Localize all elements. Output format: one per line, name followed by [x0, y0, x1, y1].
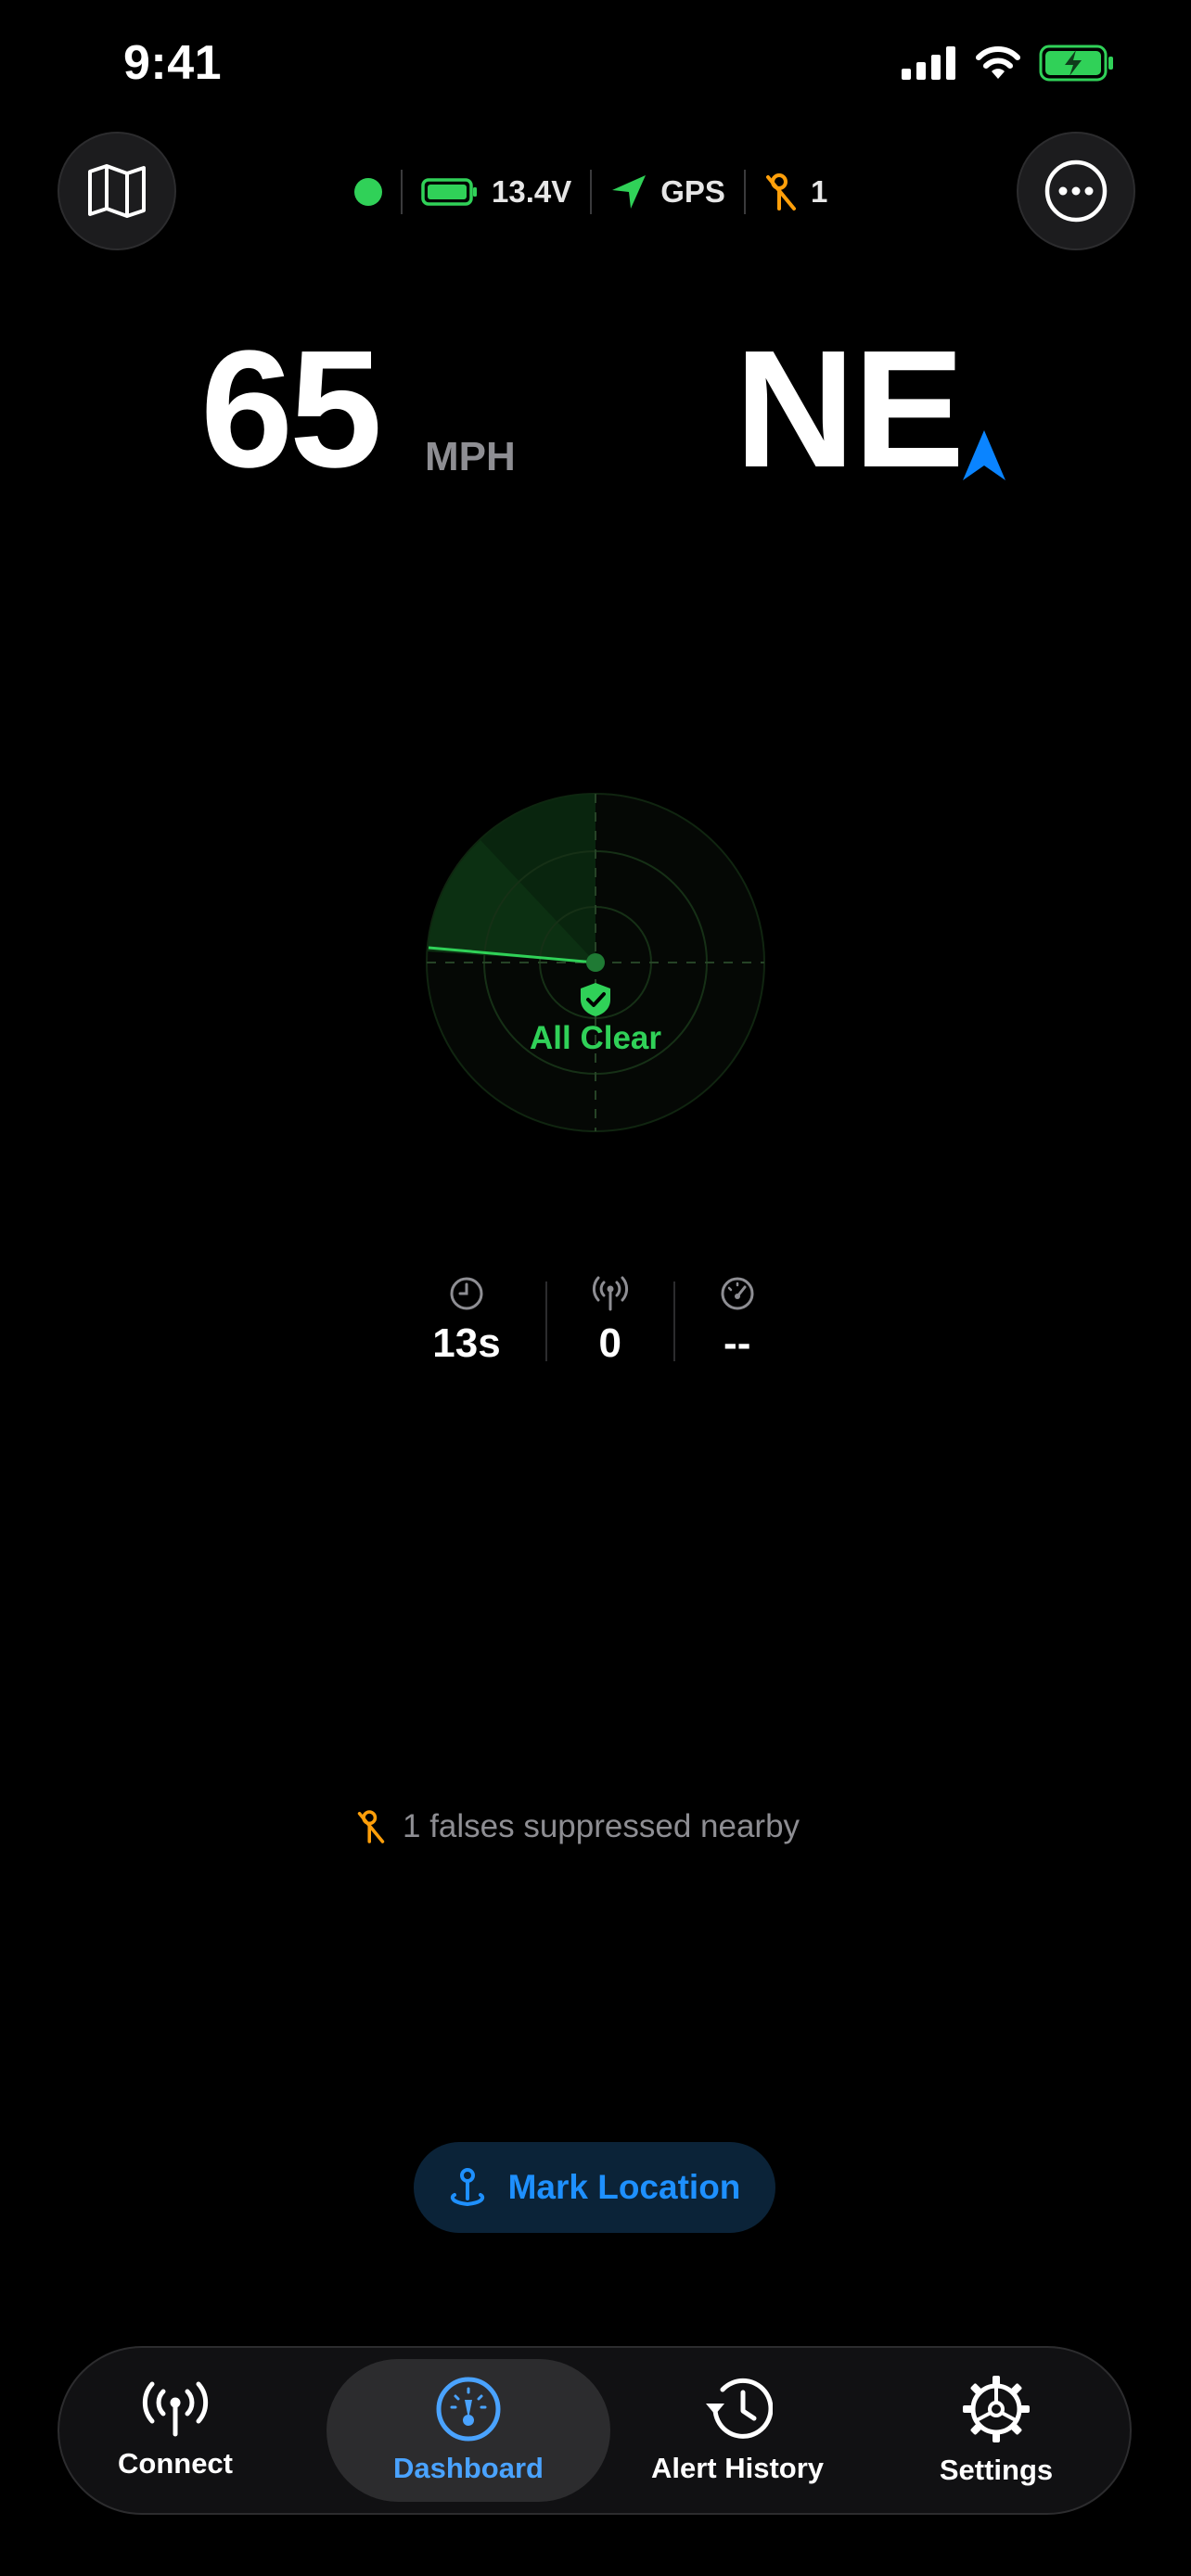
- divider: [590, 170, 593, 214]
- suppressed-notice: 1 falses suppressed nearby: [356, 1808, 857, 1845]
- stat-value: --: [724, 1320, 751, 1366]
- speed-unit: MPH: [425, 434, 516, 479]
- heading-value: NE: [735, 316, 965, 503]
- voltage-item: 13.4V: [421, 174, 571, 210]
- more-options-button[interactable]: [1017, 132, 1135, 250]
- tab-connect[interactable]: Connect: [69, 2359, 282, 2502]
- ellipsis-circle-icon: [1044, 159, 1108, 223]
- gear-icon: [963, 2376, 1030, 2442]
- lockout-pin-icon: [357, 1810, 385, 1843]
- clock-icon: [450, 1277, 483, 1310]
- tab-label: Settings: [939, 2454, 1054, 2486]
- radar-display: [426, 793, 765, 1132]
- tab-bar: Connect Dashboard Alert History Settings: [58, 2346, 1132, 2515]
- voltage-value: 13.4V: [492, 174, 572, 209]
- stat-elapsed: 13s: [388, 1276, 544, 1367]
- gps-label: GPS: [660, 174, 725, 209]
- radar-status-label: All Clear: [530, 1020, 661, 1056]
- stat-value: 0: [598, 1320, 621, 1366]
- divider: [401, 170, 403, 214]
- stat-speed: --: [675, 1276, 800, 1367]
- suppressed-text: 1 falses suppressed nearby: [403, 1808, 800, 1844]
- map-icon: [88, 164, 146, 218]
- location-arrow-icon: [612, 175, 647, 209]
- tab-label: Dashboard: [393, 2452, 544, 2484]
- mark-location-button[interactable]: Mark Location: [414, 2142, 775, 2233]
- battery-charging-icon: [1039, 45, 1113, 82]
- stats-row: 13s 0 --: [371, 1276, 816, 1367]
- antenna-icon: [142, 2381, 209, 2437]
- tab-settings[interactable]: Settings: [885, 2359, 1108, 2502]
- map-button[interactable]: [58, 132, 176, 250]
- status-icons: [902, 45, 1115, 82]
- lockout-count: 1: [810, 174, 828, 209]
- gauge-icon: [721, 1277, 754, 1310]
- connection-dot: [354, 178, 382, 206]
- cellular-signal-icon: [902, 46, 955, 80]
- shield-check-icon: [581, 983, 610, 1016]
- lockout-pin-icon: [765, 173, 796, 210]
- location-pin-icon: [450, 2168, 484, 2207]
- status-time: 9:41: [123, 36, 223, 90]
- antenna-icon: [592, 1276, 628, 1311]
- lockout-item: 1: [764, 172, 827, 212]
- tab-dashboard[interactable]: Dashboard: [327, 2359, 610, 2502]
- stat-value: 13s: [432, 1320, 501, 1366]
- divider: [743, 170, 746, 214]
- gauge-icon: [436, 2377, 501, 2442]
- tab-alert-history[interactable]: Alert History: [631, 2359, 844, 2502]
- mark-location-label: Mark Location: [507, 2168, 741, 2206]
- history-icon: [706, 2378, 773, 2439]
- speed-value: 65: [200, 316, 382, 503]
- heading-arrow-icon: [963, 430, 1005, 480]
- status-strip: 13.4V GPS 1: [343, 164, 827, 220]
- gps-item: GPS: [610, 173, 725, 210]
- stat-alerts: 0: [547, 1276, 673, 1367]
- tab-label: Connect: [118, 2447, 233, 2480]
- tab-label: Alert History: [650, 2452, 825, 2484]
- battery-icon: [421, 178, 477, 206]
- wifi-icon: [976, 46, 1020, 79]
